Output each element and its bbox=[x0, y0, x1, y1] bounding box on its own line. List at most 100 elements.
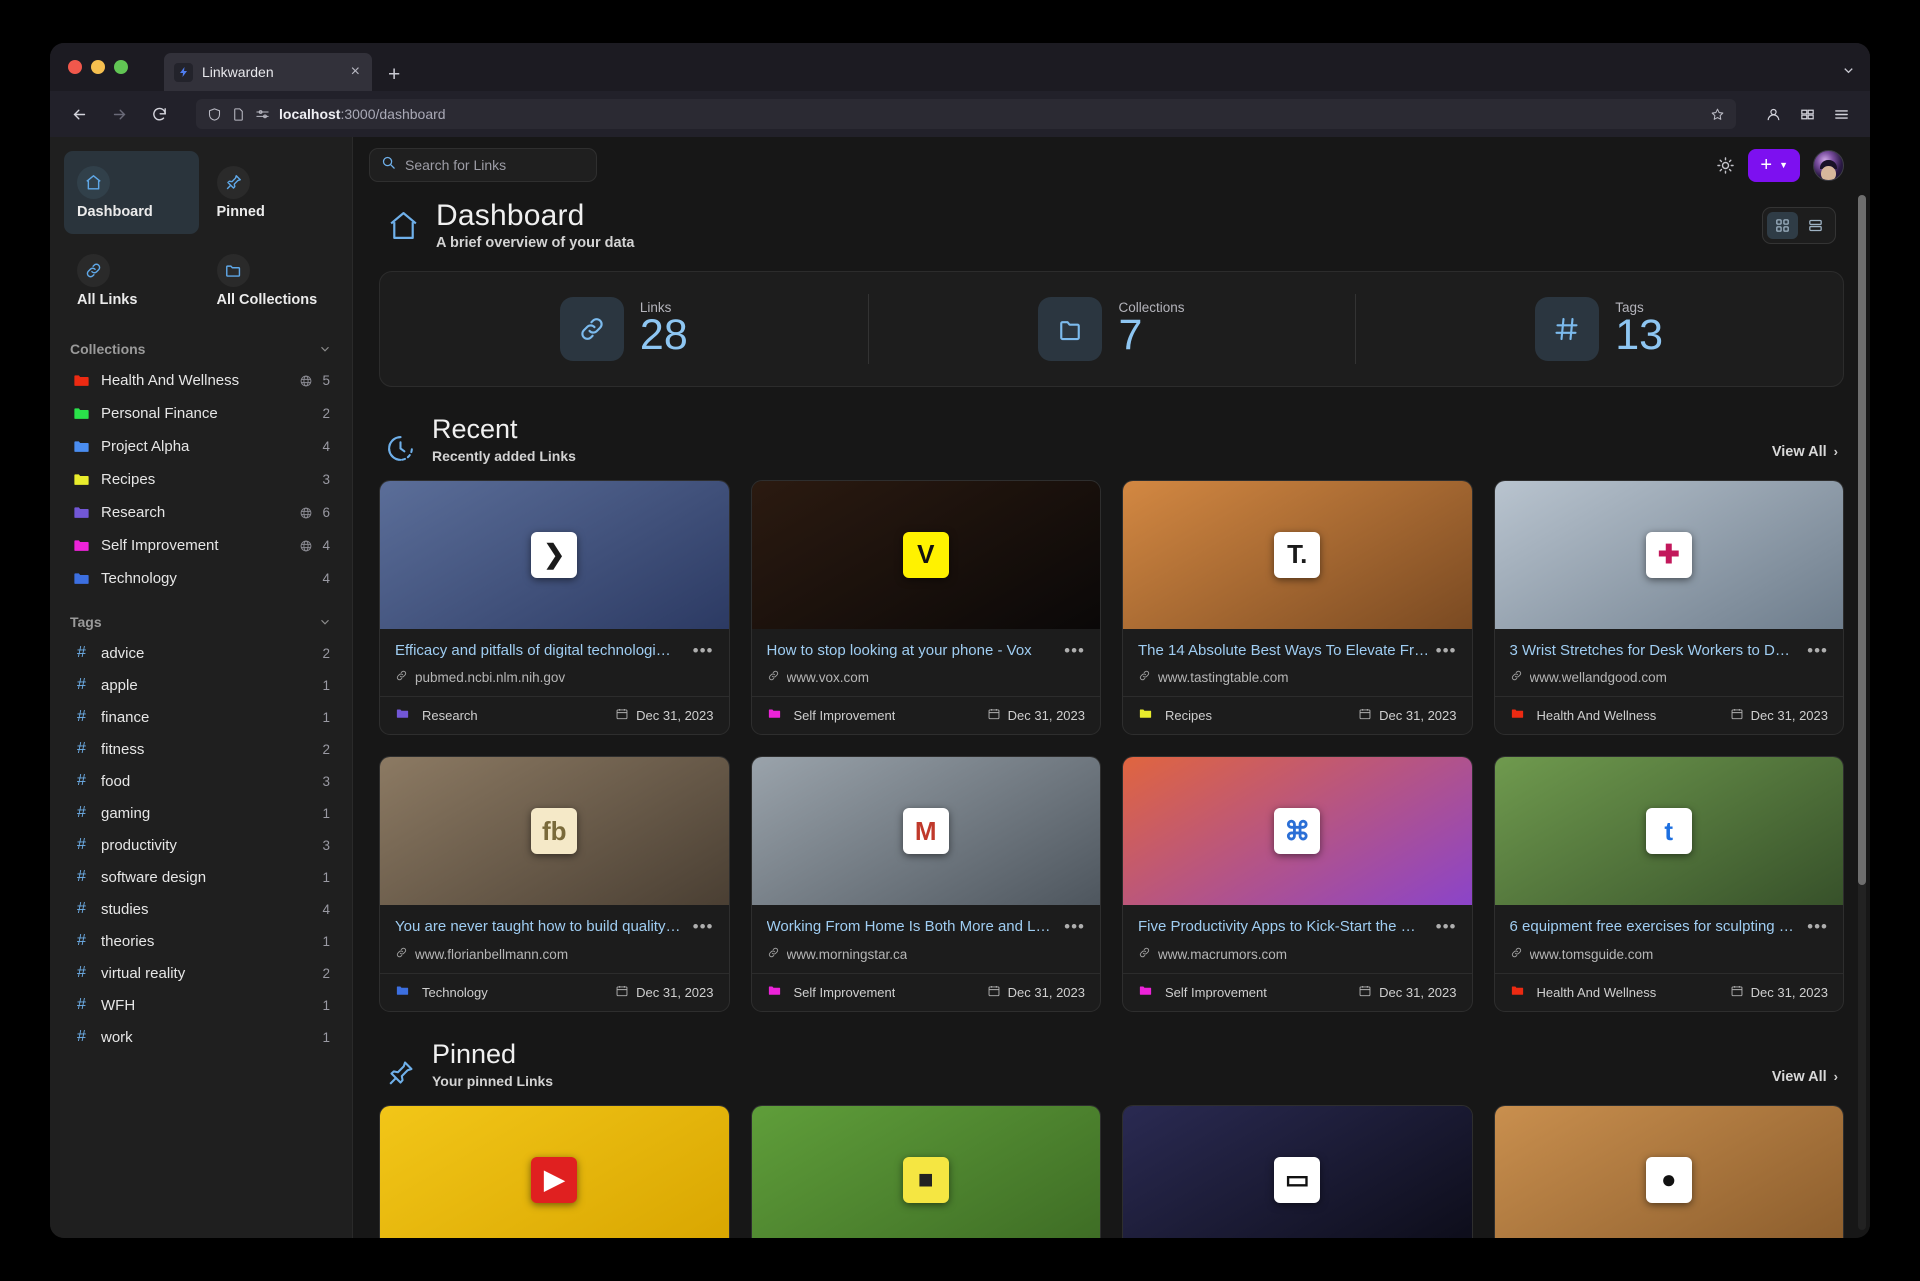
link-card[interactable]: V How to stop looking at your phone - Vox… bbox=[751, 480, 1102, 736]
link-title[interactable]: The 14 Absolute Best Ways To Elevate Fr… bbox=[1138, 642, 1430, 661]
sidebar-tag-item[interactable]: #finance1 bbox=[64, 701, 338, 733]
link-card[interactable]: fb You are never taught how to build qual… bbox=[379, 756, 730, 1012]
link-collection[interactable]: Recipes bbox=[1138, 706, 1212, 725]
sidebar-collection-item[interactable]: Technology4 bbox=[64, 562, 338, 595]
link-thumbnail[interactable]: T. bbox=[1123, 481, 1472, 629]
link-thumbnail[interactable]: ● bbox=[1495, 1106, 1844, 1238]
link-menu-icon[interactable]: ••• bbox=[693, 918, 714, 934]
link-collection[interactable]: Self Improvement bbox=[767, 706, 896, 725]
sidebar-tag-item[interactable]: #apple1 bbox=[64, 669, 338, 701]
pinned-view-all-button[interactable]: View All › bbox=[1772, 1069, 1838, 1089]
sidebar-tag-item[interactable]: #theories1 bbox=[64, 925, 338, 957]
sidebar-collection-item[interactable]: Health And Wellness5 bbox=[64, 364, 338, 397]
link-menu-icon[interactable]: ••• bbox=[1064, 642, 1085, 658]
chevron-down-icon[interactable] bbox=[318, 615, 332, 629]
sidebar-item-dashboard[interactable]: Dashboard bbox=[64, 151, 199, 234]
link-title[interactable]: You are never taught how to build qualit… bbox=[395, 918, 687, 937]
tags-section-header[interactable]: Tags bbox=[64, 595, 338, 637]
link-title[interactable]: Working From Home Is Both More and L… bbox=[767, 918, 1059, 937]
link-menu-icon[interactable]: ••• bbox=[1807, 918, 1828, 934]
link-card[interactable]: T. The 14 Absolute Best Ways To Elevate F… bbox=[1122, 480, 1473, 736]
sidebar-tag-item[interactable]: #productivity3 bbox=[64, 829, 338, 861]
link-title[interactable]: Efficacy and pitfalls of digital technol… bbox=[395, 642, 687, 661]
link-thumbnail[interactable]: ✚ bbox=[1495, 481, 1844, 629]
chevron-down-icon[interactable] bbox=[318, 342, 332, 356]
new-tab-button[interactable]: + bbox=[376, 64, 412, 91]
link-thumbnail[interactable]: ⌘ bbox=[1123, 757, 1472, 905]
link-thumbnail[interactable]: V bbox=[752, 481, 1101, 629]
sidebar-tag-item[interactable]: #virtual reality2 bbox=[64, 957, 338, 989]
window-controls[interactable] bbox=[68, 43, 160, 91]
link-card[interactable]: ▭ bbox=[1122, 1105, 1473, 1238]
search-input[interactable]: Search for Links bbox=[369, 148, 597, 182]
sidebar-tag-item[interactable]: #advice2 bbox=[64, 637, 338, 669]
link-thumbnail[interactable]: ▶ bbox=[380, 1106, 729, 1238]
link-title[interactable]: How to stop looking at your phone - Vox bbox=[767, 642, 1059, 661]
view-mode-toggle[interactable] bbox=[1762, 207, 1836, 244]
vertical-scrollbar[interactable] bbox=[1858, 195, 1866, 1230]
account-icon[interactable] bbox=[1758, 99, 1788, 129]
bookmark-star-icon[interactable] bbox=[1710, 107, 1725, 122]
tracking-settings-icon[interactable] bbox=[255, 107, 270, 122]
sidebar-collection-item[interactable]: Personal Finance2 bbox=[64, 397, 338, 430]
link-collection[interactable]: Health And Wellness bbox=[1510, 706, 1657, 725]
link-thumbnail[interactable]: t bbox=[1495, 757, 1844, 905]
address-bar[interactable]: localhost:3000/dashboard bbox=[196, 99, 1736, 129]
sidebar-collection-item[interactable]: Self Improvement4 bbox=[64, 529, 338, 562]
sidebar-item-all-links[interactable]: All Links bbox=[64, 239, 199, 322]
collections-section-header[interactable]: Collections bbox=[64, 322, 338, 364]
scrollbar-thumb[interactable] bbox=[1858, 195, 1866, 885]
sidebar-tag-item[interactable]: #studies4 bbox=[64, 893, 338, 925]
link-card[interactable]: ● bbox=[1494, 1105, 1845, 1238]
list-view-icon[interactable] bbox=[1800, 212, 1831, 239]
link-menu-icon[interactable]: ••• bbox=[693, 642, 714, 658]
sidebar-tag-item[interactable]: #gaming1 bbox=[64, 797, 338, 829]
close-tab-icon[interactable]: × bbox=[349, 64, 362, 80]
sidebar-item-pinned[interactable]: Pinned bbox=[204, 151, 339, 234]
link-thumbnail[interactable]: ▭ bbox=[1123, 1106, 1472, 1238]
link-menu-icon[interactable]: ••• bbox=[1436, 918, 1457, 934]
sidebar-item-all-collections[interactable]: All Collections bbox=[204, 239, 339, 322]
sidebar-tag-item[interactable]: #WFH1 bbox=[64, 989, 338, 1021]
link-card[interactable]: ❯Efficacy and pitfalls of digital techno… bbox=[379, 480, 730, 736]
forward-icon[interactable] bbox=[104, 99, 134, 129]
minimize-window-button[interactable] bbox=[91, 60, 105, 74]
sidebar-tag-item[interactable]: #software design1 bbox=[64, 861, 338, 893]
page-info-icon[interactable] bbox=[231, 107, 246, 122]
recent-view-all-button[interactable]: View All › bbox=[1772, 444, 1838, 464]
sun-icon[interactable] bbox=[1716, 156, 1735, 175]
link-thumbnail[interactable]: fb bbox=[380, 757, 729, 905]
sidebar-tag-item[interactable]: #work1 bbox=[64, 1021, 338, 1053]
link-card[interactable]: ▶ bbox=[379, 1105, 730, 1238]
shield-icon[interactable] bbox=[207, 107, 222, 122]
link-card[interactable]: MWorking From Home Is Both More and L…••… bbox=[751, 756, 1102, 1012]
maximize-window-button[interactable] bbox=[114, 60, 128, 74]
link-title[interactable]: 6 equipment free exercises for sculpting… bbox=[1510, 918, 1802, 937]
link-menu-icon[interactable]: ••• bbox=[1807, 642, 1828, 658]
sidebar-collection-item[interactable]: Recipes3 bbox=[64, 463, 338, 496]
grid-view-icon[interactable] bbox=[1767, 212, 1798, 239]
link-card[interactable]: ⌘ Five Productivity Apps to Kick-Start th… bbox=[1122, 756, 1473, 1012]
link-menu-icon[interactable]: ••• bbox=[1436, 642, 1457, 658]
link-title[interactable]: 3 Wrist Stretches for Desk Workers to D… bbox=[1510, 642, 1802, 661]
link-collection[interactable]: Research bbox=[395, 706, 478, 725]
app-menu-icon[interactable] bbox=[1826, 99, 1856, 129]
link-thumbnail[interactable]: ■ bbox=[752, 1106, 1101, 1238]
link-card[interactable]: ■ bbox=[751, 1105, 1102, 1238]
back-icon[interactable] bbox=[64, 99, 94, 129]
sidebar-tag-item[interactable]: #fitness2 bbox=[64, 733, 338, 765]
sidebar-tag-item[interactable]: #food3 bbox=[64, 765, 338, 797]
add-new-button[interactable]: + ▼ bbox=[1748, 149, 1800, 182]
sidebar-collection-item[interactable]: Project Alpha4 bbox=[64, 430, 338, 463]
link-collection[interactable]: Technology bbox=[395, 983, 488, 1002]
link-collection[interactable]: Self Improvement bbox=[767, 983, 896, 1002]
sidebar-collection-item[interactable]: Research6 bbox=[64, 496, 338, 529]
link-title[interactable]: Five Productivity Apps to Kick-Start the… bbox=[1138, 918, 1430, 937]
browser-tab[interactable]: Linkwarden × bbox=[164, 53, 372, 91]
extensions-icon[interactable] bbox=[1792, 99, 1822, 129]
close-window-button[interactable] bbox=[68, 60, 82, 74]
link-card[interactable]: t 6 equipment free exercises for sculptin… bbox=[1494, 756, 1845, 1012]
tab-list-chevron-icon[interactable] bbox=[1841, 63, 1856, 91]
link-thumbnail[interactable]: M bbox=[752, 757, 1101, 905]
link-card[interactable]: ✚ 3 Wrist Stretches for Desk Workers to D… bbox=[1494, 480, 1845, 736]
